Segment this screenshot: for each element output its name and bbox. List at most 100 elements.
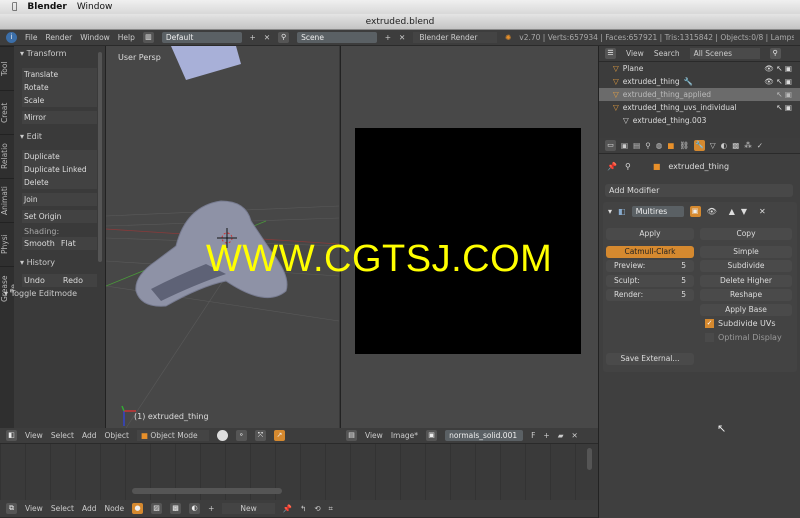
node-editor-type-icon[interactable]: ⧉ — [6, 503, 17, 514]
tab-physics[interactable]: Physi — [0, 222, 14, 266]
unlink-image-icon[interactable]: ✕ — [571, 431, 577, 440]
fake-user-button[interactable]: F — [531, 431, 535, 440]
add-layout-icon[interactable]: + — [250, 33, 256, 42]
particles-tab-icon[interactable]: ⁂ — [744, 141, 752, 150]
menu-add[interactable]: Add — [82, 431, 97, 440]
tool-panel-scrollbar[interactable] — [98, 52, 102, 262]
viewport-shading-icon[interactable] — [216, 430, 228, 441]
undo-button[interactable]: Undo — [24, 274, 45, 287]
viewport-toggle-icon[interactable]: 👁 — [707, 207, 717, 216]
transform-panel-header[interactable]: ▾ Transform — [14, 46, 105, 62]
constraints-tab-icon[interactable]: ⛓ — [679, 141, 689, 150]
render-engine-select[interactable]: Blender Render — [413, 32, 497, 43]
delete-higher-button[interactable]: Delete Higher — [700, 275, 792, 287]
scene-icon[interactable]: ⚲ — [278, 32, 290, 43]
3d-viewport[interactable]: User Persp (1) extruded_thing — [106, 46, 339, 428]
close-layout-icon[interactable]: ✕ — [264, 33, 270, 42]
menu-search[interactable]: Search — [654, 49, 680, 58]
render-toggle-icon[interactable]: ▣ — [689, 206, 701, 217]
history-panel-header[interactable]: ▾ History — [14, 255, 105, 271]
menu-file[interactable]: File — [25, 33, 38, 42]
duplicate-linked-button[interactable]: Duplicate Linked — [22, 163, 97, 176]
toggle-editmode-header[interactable]: ▾ Toggle Editmode — [4, 289, 77, 298]
shader-nodes-icon[interactable]: ● — [132, 503, 144, 514]
outliner-type-icon[interactable]: ☰ — [605, 48, 616, 59]
add-modifier-select[interactable]: Add Modifier — [605, 184, 793, 197]
tab-grease-pencil[interactable]: Grease Pe — [0, 266, 18, 310]
scale-button[interactable]: Scale — [22, 94, 97, 107]
manipulator-icon[interactable]: ⤧ — [254, 430, 266, 441]
subdivide-uvs-checkbox[interactable]: ✓ Subdivide UVs — [705, 319, 776, 328]
image-editor-type-icon[interactable]: ▤ — [346, 430, 357, 441]
pin-icon[interactable]: 📌 — [607, 162, 617, 171]
world-tab-icon[interactable]: ◍ — [656, 141, 663, 150]
join-button[interactable]: Join — [22, 193, 97, 206]
object-tab-icon[interactable]: ■ — [667, 141, 674, 150]
redo-button[interactable]: Redo — [63, 274, 83, 287]
data-tab-icon[interactable]: ▽ — [710, 141, 716, 150]
vertical-scrollbar[interactable] — [587, 448, 592, 470]
catmull-clark-button[interactable]: Catmull-Clark — [606, 246, 694, 258]
visibility-icons[interactable]: ↖ ▣ — [776, 103, 800, 112]
pin-icon[interactable]: 📌 — [283, 504, 292, 513]
outliner-row[interactable]: ▽ extruded_thing 🔧 👁 ↖ ▣ — [599, 75, 800, 88]
image-editor[interactable] — [340, 46, 598, 428]
menu-render[interactable]: Render — [46, 33, 73, 42]
save-external-button[interactable]: Save External... — [606, 353, 694, 365]
outliner-row-selected[interactable]: ▽ extruded_thing_applied ↖ ▣ — [599, 88, 800, 101]
reshape-button[interactable]: Reshape — [700, 289, 792, 301]
material-icon[interactable]: ◐ — [189, 503, 201, 514]
info-icon[interactable]: i — [6, 32, 17, 43]
tab-create[interactable]: Creat — [0, 90, 14, 134]
pivot-icon[interactable]: ⚬ — [235, 430, 247, 441]
image-name-field[interactable]: normals_solid.001 — [445, 430, 524, 441]
render-tab-icon[interactable]: ▣ — [621, 141, 628, 150]
translate-button[interactable]: Translate — [22, 68, 97, 81]
menu-window[interactable]: Window — [80, 33, 110, 42]
modifiers-tab-icon[interactable]: 🔧 — [693, 140, 705, 151]
image-browse-icon[interactable]: ▣ — [426, 430, 438, 441]
material-tab-icon[interactable]: ◐ — [721, 141, 728, 150]
snap-element-icon[interactable]: ⌗ — [329, 504, 333, 514]
smooth-button[interactable]: Smooth — [24, 237, 55, 250]
editor-type-icon[interactable]: ◧ — [6, 430, 17, 441]
delete-button[interactable]: Delete — [22, 176, 97, 189]
menu-node[interactable]: Node — [104, 504, 124, 513]
open-image-icon[interactable]: ▰ — [558, 431, 564, 440]
menu-image[interactable]: Image* — [391, 431, 418, 440]
layout-icon[interactable]: ▥ — [142, 32, 154, 43]
outliner-row[interactable]: ▽ Plane 👁 ↖ ▣ — [599, 62, 800, 75]
menu-view[interactable]: View — [25, 431, 43, 440]
render-levels-field[interactable]: Render: 5 — [606, 289, 694, 301]
menu-select[interactable]: Select — [51, 431, 74, 440]
scene-tab-icon[interactable]: ⚲ — [645, 141, 651, 150]
window-menu[interactable]: Window — [77, 2, 113, 12]
apply-button[interactable]: Apply — [606, 228, 694, 240]
new-image-icon[interactable]: + — [543, 431, 549, 440]
tab-animation[interactable]: Animati — [0, 178, 14, 222]
menu-view[interactable]: View — [25, 504, 43, 513]
new-material-icon[interactable]: + — [208, 504, 214, 513]
edit-panel-header[interactable]: ▾ Edit — [14, 129, 105, 145]
mirror-button[interactable]: Mirror — [22, 111, 97, 124]
visibility-icons[interactable]: 👁 ↖ ▣ — [764, 64, 800, 73]
menu-add[interactable]: Add — [82, 504, 97, 513]
snap-icon[interactable]: ⟲ — [314, 504, 320, 513]
add-scene-icon[interactable]: + — [385, 33, 391, 42]
node-editor-area[interactable] — [0, 444, 598, 500]
outliner-row[interactable]: ▽ extruded_thing.003 — [599, 114, 800, 127]
move-down-icon[interactable]: ▼ — [741, 207, 747, 216]
flat-button[interactable]: Flat — [61, 237, 76, 250]
duplicate-button[interactable]: Duplicate — [22, 150, 97, 163]
optimal-display-checkbox[interactable]: Optimal Display — [705, 333, 782, 342]
texture-tab-icon[interactable]: ▩ — [732, 141, 739, 150]
apply-base-button[interactable]: Apply Base — [700, 304, 792, 316]
parent-node-icon[interactable]: ↰ — [300, 504, 306, 513]
menu-help[interactable]: Help — [118, 33, 135, 42]
menu-select[interactable]: Select — [51, 504, 74, 513]
close-scene-icon[interactable]: ✕ — [399, 33, 405, 42]
mode-select[interactable]: ■ Object Mode — [136, 430, 209, 441]
translate-manipulator-icon[interactable]: ↗ — [273, 430, 285, 441]
tab-relations[interactable]: Relatio — [0, 134, 14, 178]
layers-tab-icon[interactable]: ▤ — [633, 141, 640, 150]
